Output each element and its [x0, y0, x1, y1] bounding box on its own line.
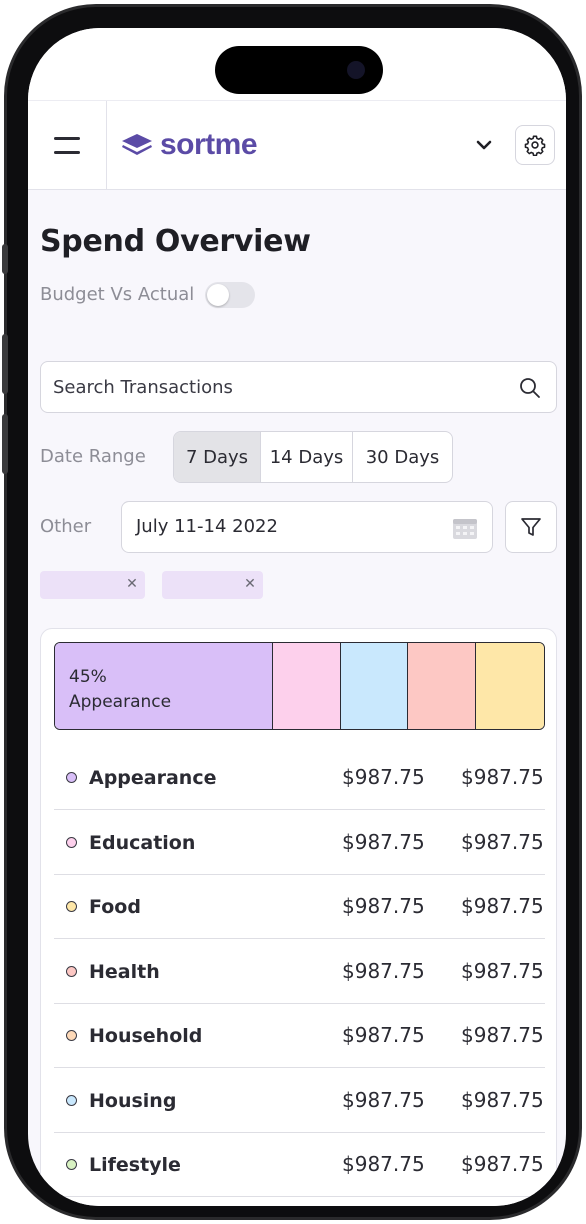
- filter-chip: ✕: [40, 571, 145, 599]
- search-input[interactable]: [53, 362, 493, 412]
- close-icon[interactable]: ✕: [242, 575, 258, 593]
- spend-segment-food[interactable]: [476, 643, 544, 729]
- category-budget-amount: $987.75: [342, 894, 425, 918]
- category-color-dot: [66, 772, 77, 783]
- settings-button[interactable]: [515, 125, 555, 165]
- category-budget-amount: $987.75: [342, 958, 425, 983]
- spend-distribution-bar: 45% Appearance: [54, 642, 545, 730]
- category-color-dot: [66, 1094, 77, 1106]
- date-range-14-days[interactable]: 14 Days: [261, 432, 353, 482]
- page-title: Spend Overview: [40, 224, 311, 259]
- category-color-dot: [66, 965, 77, 977]
- gear-icon: [524, 135, 546, 156]
- spend-breakdown-card: 45% Appearance Appearance $987.75 $987.75 Ed…: [40, 628, 557, 1206]
- category-row-food[interactable]: Food $987.75 $987.75: [54, 875, 545, 939]
- date-picker-field[interactable]: July 11-14 2022: [121, 501, 493, 553]
- category-color-dot: [66, 1159, 77, 1170]
- category-actual-amount: $987.75: [461, 829, 544, 854]
- search-box: [40, 361, 557, 413]
- category-name: Housing: [89, 1089, 177, 1112]
- category-name: Household: [89, 1025, 203, 1047]
- stacked-layers-icon: [122, 134, 152, 155]
- chevron-down-icon: [476, 140, 492, 150]
- category-name: Food: [89, 896, 141, 918]
- segment-percent: 45%: [69, 667, 107, 687]
- date-range-30-days[interactable]: 30 Days: [353, 432, 452, 482]
- calendar-icon: [453, 519, 477, 539]
- date-value: July 11-14 2022: [136, 516, 278, 537]
- close-icon[interactable]: ✕: [124, 575, 140, 593]
- phone-frame: sortme Spend Overview Budget Vs Actual S…: [2, 4, 582, 1220]
- dynamic-island: [215, 46, 383, 94]
- category-row-housing[interactable]: Housing $987.75 $987.75: [54, 1069, 545, 1133]
- segment-category: Appearance: [69, 692, 172, 712]
- category-row-education[interactable]: Education $987.75 $987.75: [54, 811, 545, 875]
- phone-volume-down: [2, 414, 8, 474]
- spend-segment-appearance[interactable]: 45% Appearance: [55, 643, 273, 729]
- date-range-7-days[interactable]: 7 Days: [174, 432, 261, 482]
- category-budget-amount: $987.75: [342, 1087, 425, 1112]
- app-header: sortme: [28, 100, 566, 190]
- category-name: Appearance: [89, 767, 217, 789]
- category-actual-amount: $987.75: [461, 894, 544, 918]
- hamburger-icon: [54, 136, 80, 154]
- brand-name: sortme: [160, 128, 258, 161]
- category-budget-amount: $987.75: [342, 829, 425, 854]
- category-actual-amount: $987.75: [461, 1023, 544, 1047]
- category-actual-amount: $987.75: [461, 1152, 544, 1176]
- category-row-lifestyle[interactable]: Lifestyle $987.75 $987.75: [54, 1133, 545, 1197]
- category-name: Education: [89, 831, 196, 854]
- phone-side-button: [2, 244, 8, 274]
- spend-segment-housing[interactable]: [340, 643, 409, 729]
- category-budget-amount: $987.75: [342, 1023, 425, 1047]
- category-actual-amount: $987.75: [461, 765, 544, 789]
- app-screen: sortme Spend Overview Budget Vs Actual S…: [28, 28, 566, 1206]
- category-row-health[interactable]: Health $987.75 $987.75: [54, 940, 545, 1004]
- spend-segment-label: 45% Appearance: [69, 665, 171, 715]
- date-range-label: Date Range: [40, 446, 146, 467]
- category-row-appearance[interactable]: Appearance $987.75 $987.75: [54, 746, 545, 810]
- budget-vs-actual-toggle[interactable]: [205, 282, 255, 308]
- filter-icon: [521, 518, 541, 536]
- category-color-dot: [66, 836, 77, 848]
- category-row-household[interactable]: Household $987.75 $987.75: [54, 1004, 545, 1068]
- spend-segment-education[interactable]: [272, 643, 341, 729]
- phone-volume-up: [2, 334, 8, 394]
- filter-chip: ✕: [162, 571, 263, 599]
- account-dropdown[interactable]: [470, 131, 498, 159]
- date-range-selector: 7 Days 14 Days 30 Days: [173, 431, 453, 483]
- category-budget-amount: $987.75: [342, 765, 425, 789]
- app-logo: sortme: [120, 127, 258, 163]
- filter-button[interactable]: [505, 501, 557, 553]
- category-budget-amount: $987.75: [342, 1152, 425, 1176]
- category-color-dot: [66, 1030, 77, 1041]
- search-icon[interactable]: [518, 376, 542, 400]
- menu-button[interactable]: [28, 101, 107, 189]
- spend-segment-health[interactable]: [408, 643, 477, 729]
- category-name: Lifestyle: [89, 1154, 181, 1176]
- other-label: Other: [40, 516, 92, 537]
- category-name: Health: [89, 960, 160, 983]
- category-color-dot: [66, 901, 77, 912]
- budget-toggle-label: Budget Vs Actual: [40, 284, 195, 305]
- category-actual-amount: $987.75: [461, 1087, 544, 1112]
- category-actual-amount: $987.75: [461, 958, 544, 983]
